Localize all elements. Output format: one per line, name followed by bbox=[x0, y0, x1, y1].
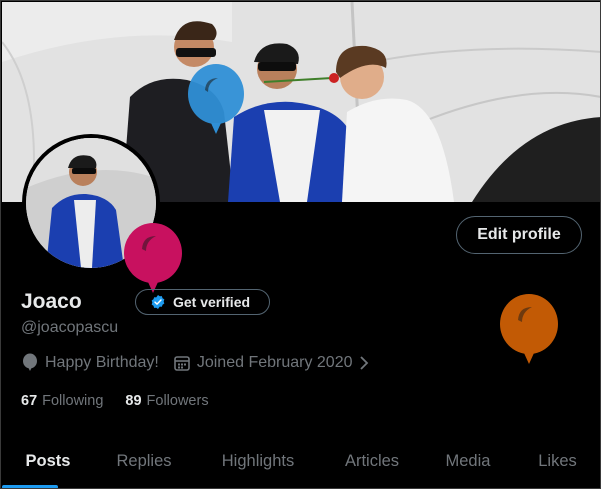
following-link[interactable]: 67 Following bbox=[21, 393, 103, 409]
followers-label: Followers bbox=[146, 393, 209, 409]
profile-handle: @joacopascu bbox=[21, 319, 119, 336]
followers-count: 89 bbox=[125, 393, 142, 409]
get-verified-button[interactable]: Get verified bbox=[135, 289, 270, 315]
joined-item[interactable]: Joined February 2020 bbox=[173, 354, 369, 372]
tab-replies-label: Replies bbox=[116, 451, 172, 470]
tab-highlights-label: Highlights bbox=[221, 451, 295, 470]
joined-text: Joined February 2020 bbox=[196, 354, 353, 371]
profile-name: Joaco bbox=[21, 290, 82, 313]
balloon-icon bbox=[500, 294, 558, 364]
edit-profile-button[interactable]: Edit profile bbox=[456, 216, 582, 254]
verified-badge-icon bbox=[151, 295, 165, 309]
follow-stats: 67 Following 89 Followers bbox=[21, 393, 209, 409]
following-label: Following bbox=[42, 393, 104, 409]
followers-link[interactable]: 89 Followers bbox=[125, 393, 208, 409]
chevron-right-icon bbox=[359, 356, 368, 370]
tab-media[interactable]: Media bbox=[422, 433, 514, 488]
calendar-icon bbox=[174, 356, 190, 371]
tab-articles[interactable]: Articles bbox=[322, 433, 422, 488]
tab-posts-label: Posts bbox=[25, 451, 71, 470]
balloon-icon bbox=[23, 353, 37, 371]
tab-highlights[interactable]: Highlights bbox=[194, 433, 322, 488]
get-verified-label: Get verified bbox=[173, 294, 251, 310]
tab-media-label: Media bbox=[445, 451, 491, 470]
tab-posts[interactable]: Posts bbox=[2, 433, 94, 488]
following-count: 67 bbox=[21, 393, 38, 409]
tab-replies[interactable]: Replies bbox=[94, 433, 194, 488]
profile-page: Edit profile Joaco Get verified @joacopa… bbox=[0, 0, 601, 489]
profile-meta: Happy Birthday! Joined February 2020 bbox=[21, 353, 369, 373]
tab-articles-label: Articles bbox=[344, 451, 400, 470]
tab-likes[interactable]: Likes bbox=[514, 433, 600, 488]
balloon-icon bbox=[188, 64, 244, 134]
birthday-item: Happy Birthday! bbox=[21, 353, 159, 373]
birthday-text: Happy Birthday! bbox=[45, 354, 159, 371]
tab-likes-label: Likes bbox=[538, 451, 577, 470]
profile-tabs: Posts Replies Highlights Articles Media … bbox=[2, 433, 600, 488]
balloon-icon bbox=[124, 223, 182, 293]
